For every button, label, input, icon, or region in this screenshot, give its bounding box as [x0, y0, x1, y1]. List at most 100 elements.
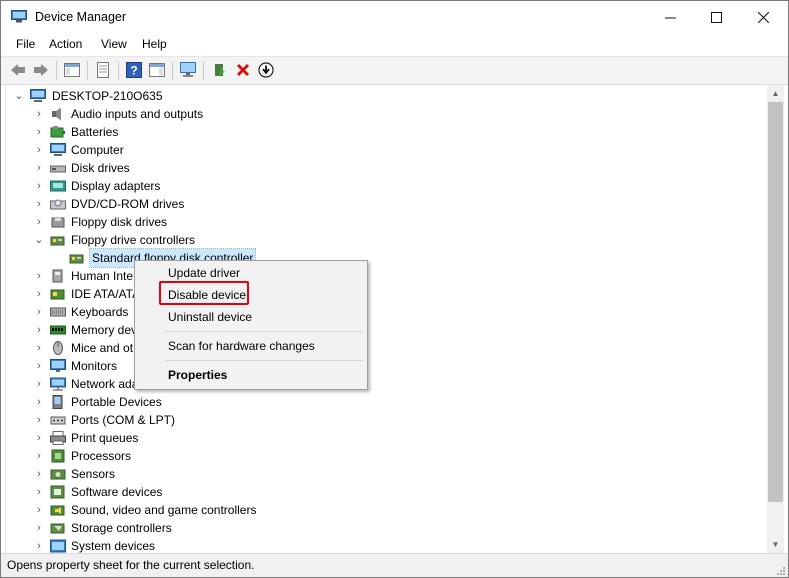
- context-menu: Update driver Disable device Uninstall d…: [134, 260, 368, 390]
- resize-grip-icon[interactable]: [776, 566, 786, 576]
- tree-item-label: Software devices: [71, 485, 163, 499]
- help-button[interactable]: ?: [125, 61, 143, 79]
- expand-chevron-icon[interactable]: ›: [34, 537, 44, 553]
- controller-icon: [50, 236, 65, 246]
- expand-chevron-icon[interactable]: ›: [34, 177, 44, 195]
- battery-icon: [50, 126, 65, 138]
- tree-item-label: Sound, video and game controllers: [71, 503, 257, 517]
- tree-item-label: Floppy drive controllers: [71, 233, 196, 247]
- tree-item-label: Network ada: [71, 377, 139, 391]
- dvd-drive-icon: [50, 199, 66, 210]
- toolbar: ?: [1, 56, 788, 85]
- toolbar-separator: [203, 61, 204, 80]
- tree-item-label: Computer: [71, 143, 124, 157]
- help-icon: ?: [126, 62, 142, 78]
- close-button[interactable]: [740, 1, 786, 33]
- menu-file[interactable]: File: [16, 37, 35, 51]
- maximize-button[interactable]: [693, 1, 739, 33]
- menu-item-scan-hardware[interactable]: Scan for hardware changes: [168, 339, 315, 353]
- expand-chevron-icon[interactable]: ›: [34, 195, 44, 213]
- expand-chevron-icon[interactable]: ›: [34, 519, 44, 537]
- scrollbar-thumb[interactable]: [768, 102, 783, 502]
- tree-item-label: Human Inte: [71, 269, 134, 283]
- update-driver-button[interactable]: [211, 61, 229, 79]
- ide-controller-icon: [50, 289, 65, 300]
- expand-chevron-icon[interactable]: ›: [34, 465, 44, 483]
- port-icon: [50, 416, 66, 425]
- scroll-down-arrow-icon[interactable]: ▼: [767, 536, 784, 553]
- uninstall-device-button[interactable]: [234, 61, 252, 79]
- menu-item-properties[interactable]: Properties: [168, 368, 227, 382]
- tree-item-label: Memory dev: [71, 323, 138, 337]
- menu-action[interactable]: Action: [49, 37, 82, 51]
- tree-item-label: Sensors: [71, 467, 116, 481]
- menu-help[interactable]: Help: [142, 37, 167, 51]
- menu-item-uninstall-device[interactable]: Uninstall device: [168, 310, 252, 324]
- toolbar-separator: [172, 61, 173, 80]
- system-device-icon: [50, 539, 66, 553]
- collapse-chevron-icon[interactable]: ⌄: [14, 87, 24, 105]
- printer-icon: [50, 431, 66, 445]
- menu-separator: [165, 331, 363, 332]
- expand-chevron-icon[interactable]: ›: [34, 105, 44, 123]
- tree-item-label: Disk drives: [71, 161, 130, 175]
- collapse-chevron-icon[interactable]: ⌄: [34, 231, 44, 249]
- tree-item-label: Display adapters: [71, 179, 161, 193]
- tree-item-label: Processors: [71, 449, 132, 463]
- software-device-icon: [50, 485, 65, 499]
- expand-chevron-icon[interactable]: ›: [34, 213, 44, 231]
- display-adapter-icon: [50, 180, 66, 192]
- expand-chevron-icon[interactable]: ›: [34, 303, 44, 321]
- toolbar-separator: [118, 61, 119, 80]
- monitor-icon: [50, 359, 66, 372]
- tree-item-label: Storage controllers: [71, 521, 172, 535]
- forward-button[interactable]: [32, 61, 50, 79]
- expand-chevron-icon[interactable]: ›: [34, 357, 44, 375]
- expand-chevron-icon[interactable]: ›: [34, 429, 44, 447]
- menu-separator: [165, 360, 363, 361]
- minimize-button[interactable]: [647, 1, 693, 33]
- back-arrow-icon: [11, 64, 25, 76]
- expand-chevron-icon[interactable]: ›: [34, 267, 44, 285]
- action-pane-button[interactable]: [148, 61, 166, 79]
- tree-item-label: Mice and ot: [71, 341, 134, 355]
- view-devices-button[interactable]: [179, 61, 197, 79]
- expand-chevron-icon[interactable]: ›: [34, 447, 44, 465]
- expand-chevron-icon[interactable]: ›: [34, 123, 44, 141]
- expand-chevron-icon[interactable]: ›: [34, 501, 44, 519]
- tree-item-label: IDE ATA/ATA: [71, 287, 141, 301]
- hid-icon: [52, 269, 63, 283]
- tree-item-label: Ports (COM & LPT): [71, 413, 176, 427]
- expand-chevron-icon[interactable]: ›: [34, 411, 44, 429]
- device-tree[interactable]: ⌄ DESKTOP-210O635 › Audio inputs and outp…: [5, 85, 768, 553]
- tree-item-label: System devices: [71, 539, 156, 553]
- expand-chevron-icon[interactable]: ›: [34, 285, 44, 303]
- download-arrow-icon: [258, 62, 274, 78]
- floppy-disk-icon: [51, 217, 65, 228]
- expand-chevron-icon[interactable]: ›: [34, 483, 44, 501]
- expand-chevron-icon[interactable]: ›: [34, 375, 44, 393]
- menu-item-update-driver[interactable]: Update driver: [168, 266, 240, 280]
- menu-bar: File Action View Help: [1, 33, 788, 55]
- expand-chevron-icon[interactable]: ›: [34, 339, 44, 357]
- properties-button[interactable]: [94, 61, 112, 79]
- vertical-scrollbar[interactable]: ▲ ▼: [767, 85, 784, 553]
- device-manager-window: Device Manager File Action View Help ? ⌄…: [0, 0, 789, 578]
- toolbar-separator: [87, 61, 88, 80]
- enable-device-button[interactable]: [257, 61, 275, 79]
- scroll-up-arrow-icon[interactable]: ▲: [767, 85, 784, 102]
- back-button[interactable]: [9, 61, 27, 79]
- menu-view[interactable]: View: [101, 37, 127, 51]
- expand-chevron-icon[interactable]: ›: [34, 141, 44, 159]
- tree-item-label: Floppy disk drives: [71, 215, 168, 229]
- keyboard-icon: [50, 307, 66, 317]
- tree-root-label: DESKTOP-210O635: [52, 89, 163, 103]
- tree-item-label: DVD/CD-ROM drives: [71, 197, 185, 211]
- device-manager-icon: [11, 10, 27, 23]
- expand-chevron-icon[interactable]: ›: [34, 393, 44, 411]
- tree-item-label: Portable Devices: [71, 395, 162, 409]
- expand-chevron-icon[interactable]: ›: [34, 321, 44, 339]
- title-bar: Device Manager: [1, 1, 788, 33]
- expand-chevron-icon[interactable]: ›: [34, 159, 44, 177]
- show-hide-console-tree-button[interactable]: [63, 61, 81, 79]
